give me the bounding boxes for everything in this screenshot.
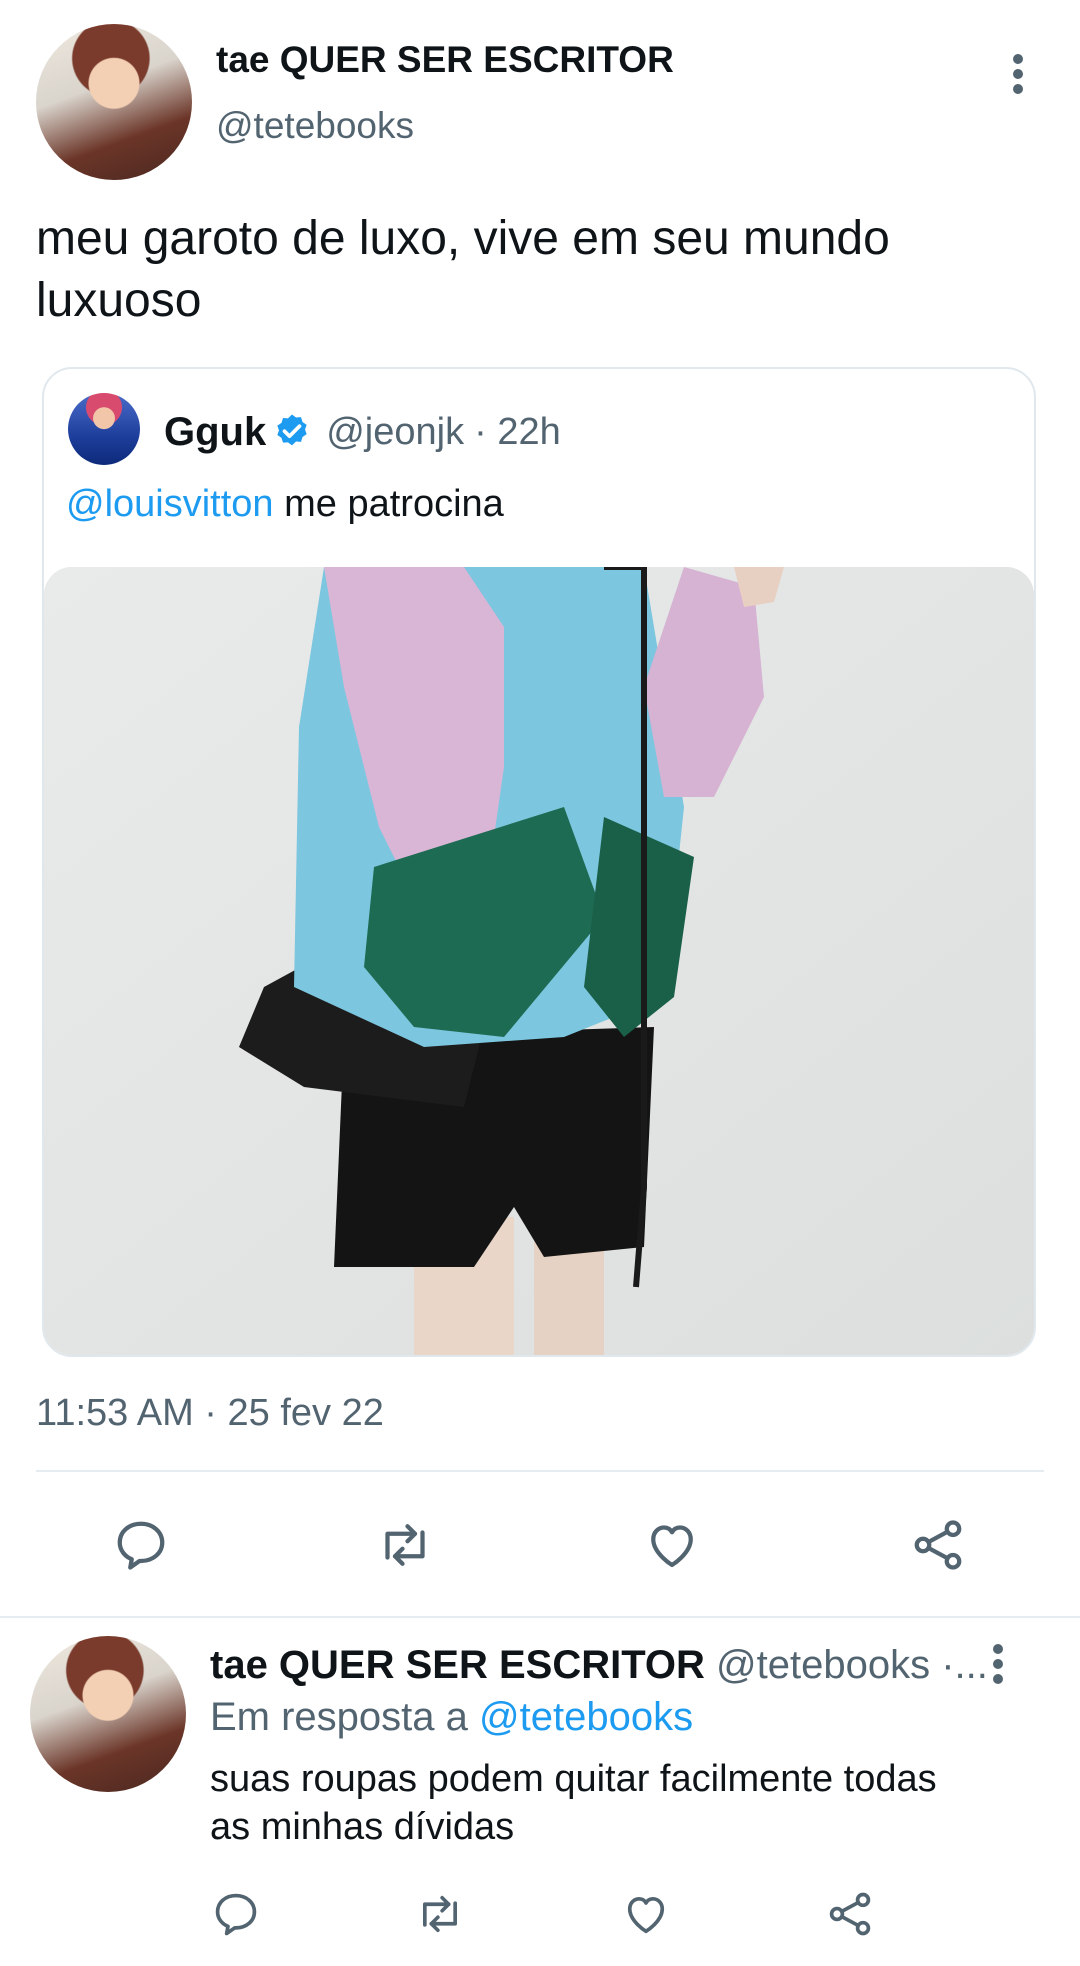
mention-link[interactable]: @louisvitton	[66, 483, 274, 525]
author-name[interactable]: tae QUER SER ESCRITOR	[216, 38, 674, 82]
like-icon[interactable]	[642, 1515, 702, 1575]
reply-more-vert-icon[interactable]	[980, 1642, 1016, 1686]
reply-like-icon[interactable]	[620, 1888, 672, 1940]
tweet-timestamp[interactable]: 11:53 AM · 25 fev 22	[36, 1390, 384, 1436]
quote-author-name[interactable]: Gguk	[164, 410, 266, 455]
quote-author-handle[interactable]: @jeonjk	[326, 411, 464, 454]
author-handle[interactable]: @tetebooks	[216, 104, 414, 148]
tweet-text: meu garoto de luxo, vive em seu mundo lu…	[36, 212, 890, 327]
reply-author-handle[interactable]: @tetebooks ·...	[716, 1643, 988, 1687]
reply-retweet-icon[interactable]	[414, 1888, 466, 1940]
reply-context-handle[interactable]: @tetebooks	[479, 1695, 693, 1739]
quote-media-image[interactable]	[44, 567, 1034, 1355]
section-divider	[0, 1616, 1080, 1618]
reply-context: Em resposta a @tetebooks	[210, 1695, 694, 1739]
more-vert-icon[interactable]	[1000, 52, 1036, 96]
author-avatar[interactable]	[36, 24, 192, 180]
verified-badge-icon	[272, 412, 312, 452]
reply-share-icon[interactable]	[824, 1888, 876, 1940]
reply-author-name[interactable]: tae QUER SER ESCRITOR	[210, 1643, 705, 1687]
share-icon[interactable]	[908, 1515, 968, 1575]
quote-tweet-card[interactable]: Gguk @jeonjk · 22h @louisvitton me patro…	[42, 367, 1036, 1357]
reply-reply-icon[interactable]	[210, 1888, 262, 1940]
reply-author-avatar[interactable]	[30, 1636, 186, 1792]
reply-text: suas roupas podem quitar facilmente toda…	[210, 1758, 937, 1848]
divider	[36, 1470, 1044, 1472]
reply-icon[interactable]	[111, 1515, 171, 1575]
retweet-icon[interactable]	[375, 1515, 435, 1575]
quote-text: @louisvitton me patrocina	[66, 483, 504, 525]
quote-author-avatar[interactable]	[68, 393, 140, 465]
quote-time: · 22h	[474, 410, 561, 453]
